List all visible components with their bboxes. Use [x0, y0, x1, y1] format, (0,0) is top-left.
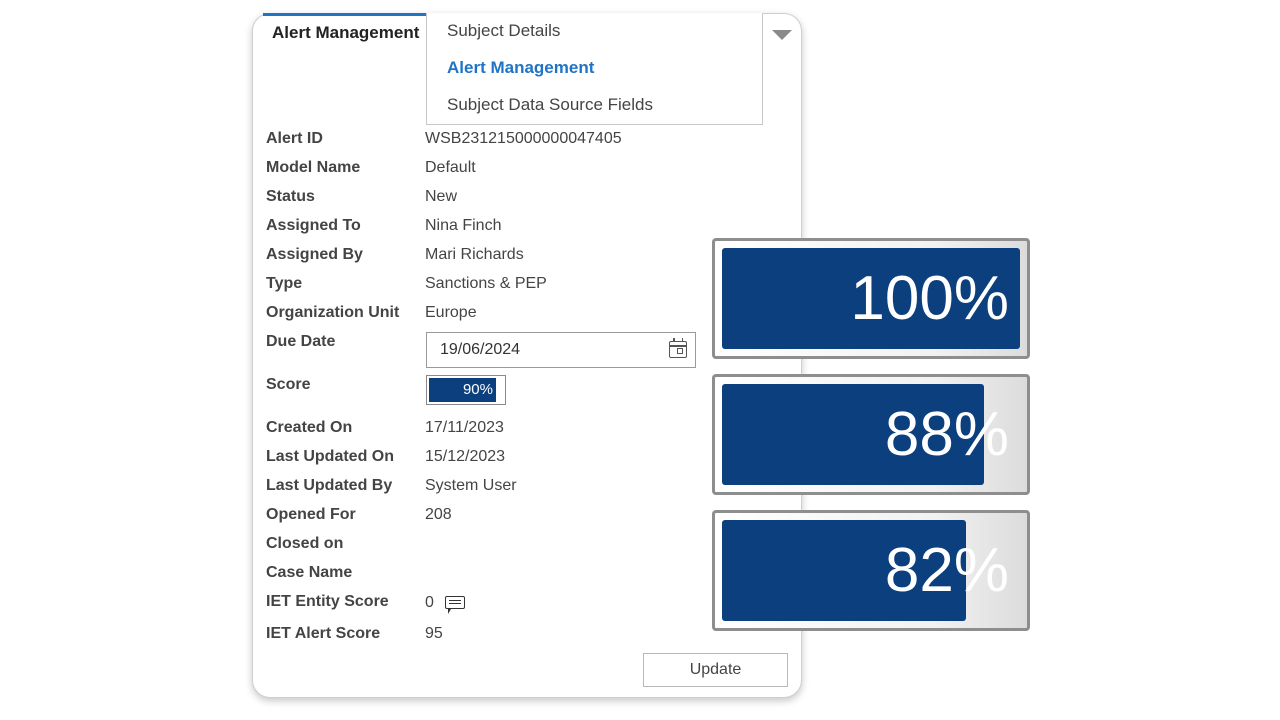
alert-id-label: Alert ID: [266, 130, 323, 147]
comment-icon[interactable]: [445, 596, 465, 614]
model-name-label: Model Name: [266, 159, 361, 176]
chevron-down-icon[interactable]: [772, 30, 792, 40]
dropdown-item-subject-data-source-fields[interactable]: Subject Data Source Fields: [447, 95, 653, 115]
case-name-label: Case Name: [266, 564, 353, 581]
last-updated-on-label: Last Updated On: [266, 448, 395, 465]
assigned-by-label: Assigned By: [266, 246, 363, 263]
alert-id-value: WSB231215000000047405: [425, 130, 622, 147]
type-label: Type: [266, 275, 303, 292]
assigned-to-value: Nina Finch: [425, 217, 502, 234]
tab-alert-management[interactable]: Alert Management: [263, 13, 426, 49]
iet-alert-score-label: IET Alert Score: [266, 625, 381, 642]
due-date-field[interactable]: 19/06/2024: [426, 332, 696, 368]
iet-entity-score-value: 0: [425, 594, 434, 611]
closed-on-label: Closed on: [266, 535, 344, 552]
opened-for-value: 208: [425, 506, 452, 523]
created-on-label: Created On: [266, 419, 353, 436]
score-badge-value: 88%: [884, 399, 1009, 469]
score-badge-value: 82%: [884, 535, 1009, 605]
opened-for-label: Opened For: [266, 506, 356, 523]
calendar-icon[interactable]: [669, 338, 687, 358]
score-bar: 90%: [426, 375, 506, 405]
score-badge-value: 100%: [850, 263, 1009, 333]
assigned-by-value: Mari Richards: [425, 246, 524, 263]
organization-unit-value: Europe: [425, 304, 477, 321]
score-label: Score: [266, 376, 311, 393]
assigned-to-label: Assigned To: [266, 217, 361, 234]
score-value: 90%: [462, 381, 493, 398]
iet-alert-score-value: 95: [425, 625, 443, 642]
due-date-value: 19/06/2024: [440, 341, 521, 358]
due-date-label: Due Date: [266, 333, 336, 350]
score-badge-88: 88%: [712, 374, 1030, 495]
update-button[interactable]: Update: [643, 653, 788, 687]
created-on-value: 17/11/2023: [425, 419, 504, 436]
last-updated-on-value: 15/12/2023: [425, 448, 506, 465]
dropdown-item-subject-details[interactable]: Subject Details: [447, 21, 560, 41]
section-dropdown-menu: Subject Details Alert Management Subject…: [426, 13, 763, 125]
dropdown-item-alert-management[interactable]: Alert Management: [447, 58, 594, 78]
tab-label: Alert Management: [272, 23, 420, 42]
model-name-value: Default: [425, 159, 476, 176]
organization-unit-label: Organization Unit: [266, 304, 400, 321]
type-value: Sanctions & PEP: [425, 275, 547, 292]
status-value: New: [425, 188, 458, 205]
iet-entity-score-label: IET Entity Score: [266, 593, 389, 610]
status-label: Status: [266, 188, 315, 205]
last-updated-by-value: System User: [425, 477, 517, 494]
score-badge-82: 82%: [712, 510, 1030, 631]
last-updated-by-label: Last Updated By: [266, 477, 393, 494]
score-badge-100: 100%: [712, 238, 1030, 359]
